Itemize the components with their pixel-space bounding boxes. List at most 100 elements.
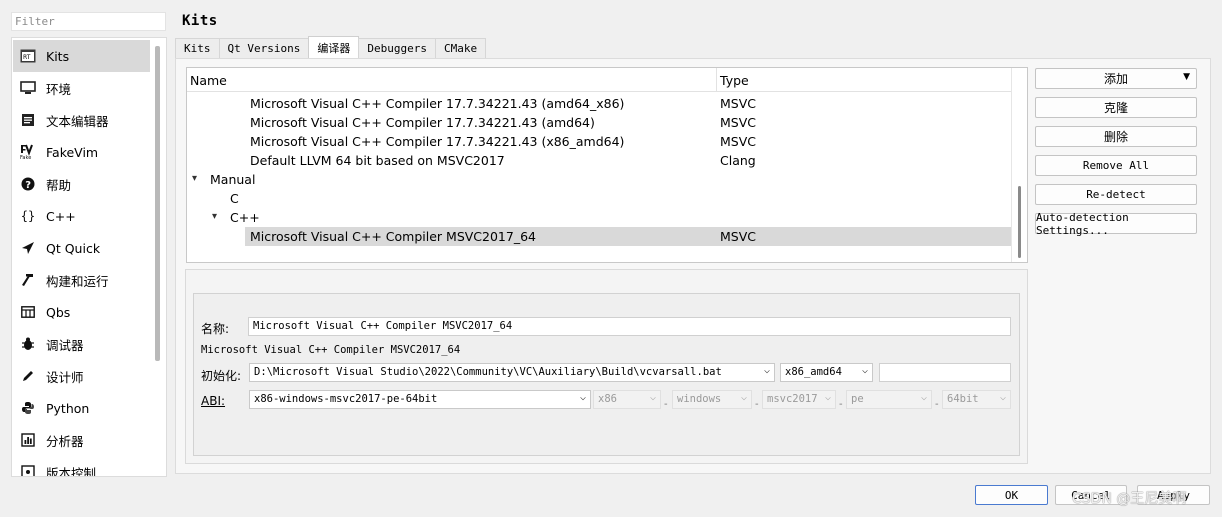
sidebar: RT Kits 环境 文本编辑器 Fake FakeVim ? 帮助 {} C+…	[11, 37, 167, 477]
svg-text:Fake: Fake	[20, 155, 31, 160]
chevron-down-icon[interactable]: ▾	[212, 211, 217, 222]
column-divider[interactable]	[716, 68, 717, 92]
auto-detection-settings-button[interactable]: Auto-detection Settings...	[1035, 211, 1197, 237]
tab-bar: Kits Qt Versions 编译器 Debuggers CMake	[175, 36, 487, 59]
compiler-tree: Name Type Microsoft Visual C++ Compiler …	[186, 67, 1028, 263]
help-icon: ?	[19, 175, 37, 193]
compiler-type: MSVC	[720, 229, 756, 244]
tab-compilers[interactable]: 编译器	[308, 36, 360, 58]
tree-row-cpp[interactable]: ▾ C++	[187, 208, 1011, 227]
chevron-down-icon: ⌵	[824, 392, 831, 403]
compiler-name: Microsoft Visual C++ Compiler 17.7.34221…	[250, 96, 625, 111]
compiler-name: Microsoft Visual C++ Compiler 17.7.34221…	[250, 115, 595, 130]
remove-all-button[interactable]: Remove All	[1035, 155, 1197, 176]
braces-icon: {}	[20, 209, 36, 223]
sidebar-item-python[interactable]: Python	[13, 392, 150, 424]
abi-label: ABI:	[201, 394, 226, 408]
sidebar-item-analyzer[interactable]: 分析器	[13, 424, 150, 456]
sidebar-item-qbs[interactable]: Qbs	[13, 296, 150, 328]
abi-format-combo[interactable]: pe ⌵	[846, 390, 932, 409]
abi-architecture-combo[interactable]: x86 ⌵	[593, 390, 661, 409]
tree-row[interactable]: Default LLVM 64 bit based on MSVC2017 Cl…	[187, 151, 1011, 170]
tree-row-selected[interactable]: Microsoft Visual C++ Compiler MSVC2017_6…	[187, 227, 1011, 246]
sidebar-item-debugger[interactable]: 调试器	[13, 328, 150, 360]
compiler-description: Microsoft Visual C++ Compiler MSVC2017_6…	[201, 344, 461, 356]
ok-button[interactable]: OK	[975, 485, 1048, 505]
abi-os-combo[interactable]: windows ⌵	[672, 390, 752, 409]
group-label: C	[230, 191, 239, 206]
python-icon	[19, 399, 37, 417]
tree-header: Name Type	[187, 68, 1011, 92]
compiler-name: Microsoft Visual C++ Compiler 17.7.34221…	[250, 134, 625, 149]
compiler-name: Default LLVM 64 bit based on MSVC2017	[250, 153, 505, 168]
chevron-down-icon: ⌵	[763, 365, 770, 376]
group-label: Manual	[210, 172, 256, 187]
text-editor-icon	[19, 111, 37, 129]
abi-separator: -	[664, 399, 668, 410]
init-script-combo[interactable]: D:\Microsoft Visual Studio\2022\Communit…	[249, 363, 775, 382]
chevron-down-icon: ⌵	[861, 365, 868, 376]
sidebar-item-qt-quick[interactable]: Qt Quick	[13, 232, 150, 264]
group-label: C++	[230, 210, 260, 225]
initialization-label: 初始化:	[201, 369, 242, 383]
sidebar-item-fakevim[interactable]: Fake FakeVim	[13, 136, 150, 168]
version-control-icon	[19, 463, 37, 476]
init-extra-field[interactable]	[879, 363, 1011, 382]
tab-debuggers[interactable]: Debuggers	[358, 38, 436, 58]
sidebar-item-build-run[interactable]: 构建和运行	[13, 264, 150, 296]
init-arch-combo[interactable]: x86_amd64 ⌵	[780, 363, 873, 382]
kits-icon: RT	[19, 47, 37, 65]
dropdown-arrow-icon: ▼	[1183, 72, 1190, 82]
tab-kits[interactable]: Kits	[175, 38, 220, 58]
clone-button[interactable]: 克隆	[1035, 97, 1197, 118]
chevron-down-icon: ⌵	[920, 392, 927, 403]
chevron-down-icon: ⌵	[579, 392, 586, 403]
column-header-name[interactable]: Name	[190, 73, 227, 88]
analyzer-icon	[19, 431, 37, 449]
tab-cmake[interactable]: CMake	[434, 38, 487, 58]
svg-text:?: ?	[25, 180, 31, 191]
compiler-name: Microsoft Visual C++ Compiler MSVC2017_6…	[250, 229, 536, 244]
fakevim-icon: Fake	[19, 143, 37, 161]
chevron-down-icon: ⌵	[740, 392, 747, 403]
sidebar-item-environment[interactable]: 环境	[13, 72, 150, 104]
sidebar-item-help[interactable]: ? 帮助	[13, 168, 150, 200]
sidebar-scrollbar[interactable]	[155, 46, 160, 361]
tree-row[interactable]: Microsoft Visual C++ Compiler 17.7.34221…	[187, 132, 1011, 151]
watermark: CSDN @王尼美啊	[1072, 491, 1187, 507]
tree-row[interactable]: Microsoft Visual C++ Compiler 17.7.34221…	[187, 94, 1011, 113]
remove-button[interactable]: 删除	[1035, 126, 1197, 147]
name-label: 名称:	[201, 322, 230, 336]
bug-icon	[19, 335, 37, 353]
filter-input[interactable]: Filter	[11, 12, 166, 31]
abi-width-combo[interactable]: 64bit ⌵	[942, 390, 1011, 409]
tree-row[interactable]: Microsoft Visual C++ Compiler 17.7.34221…	[187, 113, 1011, 132]
tree-row-c[interactable]: C	[187, 189, 1011, 208]
tree-row-manual[interactable]: ▾ Manual	[187, 170, 1011, 189]
abi-flavor-combo[interactable]: msvc2017 ⌵	[762, 390, 836, 409]
compiler-type: MSVC	[720, 115, 756, 130]
compiler-type: Clang	[720, 153, 756, 168]
sidebar-item-kits[interactable]: RT Kits	[13, 40, 150, 72]
name-field[interactable]: Microsoft Visual C++ Compiler MSVC2017_6…	[248, 317, 1011, 336]
redetect-button[interactable]: Re-detect	[1035, 184, 1197, 205]
svg-text:RT: RT	[23, 54, 31, 61]
add-button[interactable]: 添加 ▼	[1035, 68, 1197, 89]
chevron-down-icon[interactable]: ▾	[192, 173, 197, 184]
sidebar-item-cpp[interactable]: {} C++	[13, 200, 150, 232]
abi-separator: -	[935, 399, 939, 410]
sidebar-item-version-control[interactable]: 版本控制	[13, 456, 150, 476]
abi-separator: -	[839, 399, 843, 410]
compiler-type: MSVC	[720, 96, 756, 111]
column-header-type[interactable]: Type	[720, 73, 749, 88]
chevron-down-icon: ⌵	[999, 392, 1006, 403]
pen-icon	[19, 367, 37, 385]
tree-scrollbar-thumb[interactable]	[1018, 186, 1021, 258]
sidebar-item-designer[interactable]: 设计师	[13, 360, 150, 392]
abi-combo[interactable]: x86-windows-msvc2017-pe-64bit ⌵	[249, 390, 591, 409]
tab-qt-versions[interactable]: Qt Versions	[218, 38, 310, 58]
page-title: Kits	[182, 13, 218, 29]
compiler-type: MSVC	[720, 134, 756, 149]
hammer-icon	[19, 271, 37, 289]
sidebar-item-text-editor[interactable]: 文本编辑器	[13, 104, 150, 136]
